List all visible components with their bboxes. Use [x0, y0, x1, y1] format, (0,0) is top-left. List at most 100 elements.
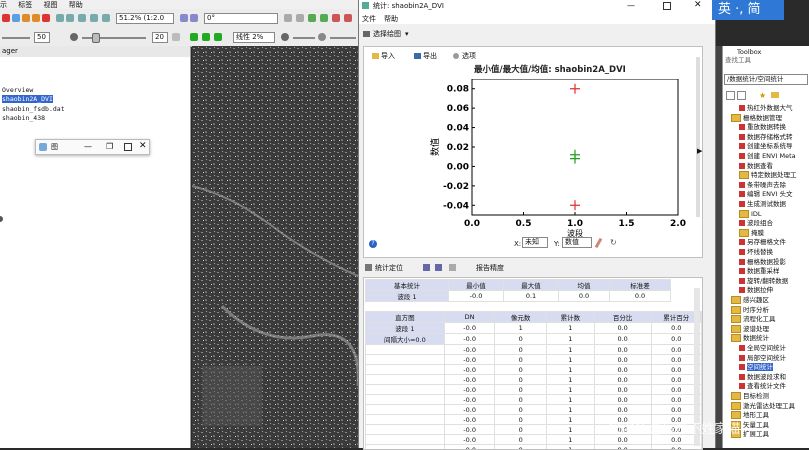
cursor-icon[interactable] — [2, 14, 10, 22]
favorite-icon[interactable]: ★ — [759, 91, 766, 100]
contrast-input[interactable]: 20 — [152, 32, 168, 43]
folder-add-icon[interactable] — [771, 92, 779, 98]
toolbox-search-input[interactable]: /数据统计/空间统计 — [724, 74, 808, 85]
transparency-slider[interactable] — [293, 37, 315, 39]
toolbox-tool[interactable]: 局部空间统计 — [739, 354, 786, 362]
dropdown-icon[interactable] — [214, 33, 222, 41]
report-precision-button[interactable]: 报告精度 — [476, 263, 504, 273]
toolbox-tool[interactable]: 另存栅格文件 — [739, 238, 786, 246]
toolbox-tool[interactable]: 重放数据转换 — [739, 123, 786, 131]
edit-icon[interactable] — [320, 14, 328, 22]
refresh-icon[interactable] — [202, 33, 210, 41]
stats-maximize-icon[interactable] — [663, 2, 671, 10]
stats-menu-help[interactable]: 帮助 — [384, 14, 398, 24]
toolbox-folder[interactable]: 时序分析 — [731, 306, 769, 314]
toolbox-tool[interactable]: 热红外数据大气 — [739, 104, 793, 112]
select-chart-button[interactable]: 选择绘图 — [373, 29, 401, 39]
toolbox-tool[interactable]: 条带噪声去除 — [739, 181, 786, 189]
layer-item-438[interactable]: shaobin_438 — [2, 114, 45, 122]
restore-icon[interactable]: ❐ — [106, 143, 113, 151]
toolbox-tool[interactable]: 数据存储格式转 — [739, 133, 793, 141]
toolbox-tool[interactable]: 旋转/翻转数据 — [739, 277, 788, 285]
sharpen-icon[interactable] — [172, 33, 180, 41]
vector-icon[interactable] — [308, 14, 316, 22]
pan-icon[interactable] — [22, 14, 30, 22]
stats-menu-file[interactable]: 文件 — [362, 14, 376, 24]
layer-item-selected[interactable]: shaobin2A_DVI — [2, 95, 53, 103]
toolbox-tool[interactable]: 生成测试数据 — [739, 200, 786, 208]
import-button[interactable]: 导入 — [381, 51, 395, 61]
contrast-knob[interactable] — [92, 33, 100, 43]
brightness-slider[interactable] — [2, 37, 30, 39]
select-icon[interactable] — [12, 14, 20, 22]
rectangle-icon[interactable] — [296, 14, 304, 22]
select-chart-arrow-icon[interactable]: ▾ — [405, 29, 409, 39]
zoom-fit-icon[interactable] — [78, 14, 86, 22]
rotate-icon[interactable] — [32, 14, 40, 22]
plot-expand-arrow-icon[interactable]: ▶ — [697, 147, 702, 155]
stats-close-icon[interactable]: ✕ — [694, 0, 702, 10]
toolbox-tool[interactable]: 创建 ENVI Meta — [739, 152, 796, 160]
annotation-icon[interactable] — [332, 14, 340, 22]
toolbox-tool[interactable]: 全局空间统计 — [739, 344, 786, 352]
toolbox-folder[interactable]: IDL — [739, 210, 762, 218]
toolbox-folder[interactable]: 感兴趣区 — [731, 296, 769, 304]
toolbox-tool[interactable]: 空间统计 — [739, 363, 773, 371]
stats-position-button[interactable]: 统计定位 — [375, 263, 403, 273]
raster-image-view[interactable] — [192, 46, 358, 448]
swipe-icon[interactable] — [318, 33, 326, 41]
rotate-right-icon[interactable] — [190, 14, 198, 22]
zoom-level-input[interactable]: 51.2% (1:2.0 — [116, 13, 174, 24]
ime-indicator[interactable]: 英 ·, 简 — [712, 0, 784, 20]
options-button[interactable]: 选项 — [462, 51, 476, 61]
reset-icon[interactable]: ↻ — [610, 238, 617, 247]
toolbox-tool[interactable]: 数据查看 — [739, 162, 773, 170]
toolbox-folder[interactable]: 激光雷达处理工具 — [731, 402, 795, 410]
tool-icon[interactable] — [344, 14, 352, 22]
export-button[interactable]: 导出 — [423, 51, 437, 61]
y-axis-select[interactable]: 数值 — [562, 237, 592, 248]
toolbox-folder[interactable]: 目标检测 — [731, 392, 769, 400]
toolbox-tool[interactable]: 数据拉伸 — [739, 286, 773, 294]
close-icon[interactable]: ✕ — [139, 141, 147, 151]
toolbox-tool[interactable]: 栅格数据投影 — [739, 258, 786, 266]
swipe-slider[interactable] — [330, 37, 356, 39]
toolbox-folder[interactable]: 数据统计 — [731, 334, 769, 342]
zoom-layer-icon[interactable] — [102, 14, 110, 22]
minimize-icon[interactable]: — — [84, 143, 92, 151]
crosshair-icon[interactable] — [284, 14, 292, 22]
zoom-in-icon[interactable] — [56, 14, 64, 22]
plot-scrollbar[interactable] — [696, 57, 700, 217]
layer-item-overview[interactable]: Overview — [2, 86, 33, 94]
toolbox-tool[interactable]: 坏线替换 — [739, 248, 773, 256]
fly-icon[interactable] — [42, 14, 50, 22]
zoom-full-icon[interactable] — [90, 14, 98, 22]
mini-floating-window[interactable]: 图 — ❐ ✕ — [35, 139, 150, 155]
help-icon[interactable]: ? — [369, 240, 377, 248]
toolbox-tool[interactable]: 编辑 ENVI 头文 — [739, 190, 792, 198]
toolbox-folder[interactable]: 掩膜 — [739, 229, 764, 237]
toolbox-folder[interactable]: 特定数据处理工 — [739, 171, 797, 179]
table-view-icon[interactable] — [423, 264, 430, 271]
stats-minimize-icon[interactable]: — — [627, 1, 635, 10]
expand-icon[interactable] — [737, 91, 746, 100]
toolbox-tool[interactable]: 数据波段求和 — [739, 373, 786, 381]
stretch-icon[interactable] — [190, 33, 198, 41]
collapse-icon[interactable] — [726, 91, 735, 100]
copy-icon[interactable] — [449, 264, 456, 271]
zoom-out-icon[interactable] — [66, 14, 74, 22]
toolbox-tool[interactable]: 数据重采样 — [739, 267, 780, 275]
rotation-input[interactable]: 0° — [204, 13, 278, 24]
x-axis-select[interactable]: 未知 — [522, 237, 548, 248]
toolbox-folder[interactable]: 波谱处理 — [731, 325, 769, 333]
toolbox-tool[interactable]: 创建坐标系统导 — [739, 142, 793, 150]
maximize-icon[interactable] — [124, 143, 132, 151]
layer-item-fsdb[interactable]: shaobin_fsdb.dat — [2, 105, 65, 113]
toolbox-folder[interactable]: 流程化工具 — [731, 315, 776, 323]
grid-view-icon[interactable] — [435, 264, 442, 271]
stretch-select[interactable]: 线性 2% — [233, 32, 275, 43]
brightness-input[interactable]: 50 — [34, 32, 50, 43]
toolbox-tool[interactable]: 波段组合 — [739, 219, 773, 227]
panel-edge-handle[interactable] — [0, 216, 3, 222]
toolbox-folder[interactable]: 栅格数据管理 — [731, 114, 782, 122]
